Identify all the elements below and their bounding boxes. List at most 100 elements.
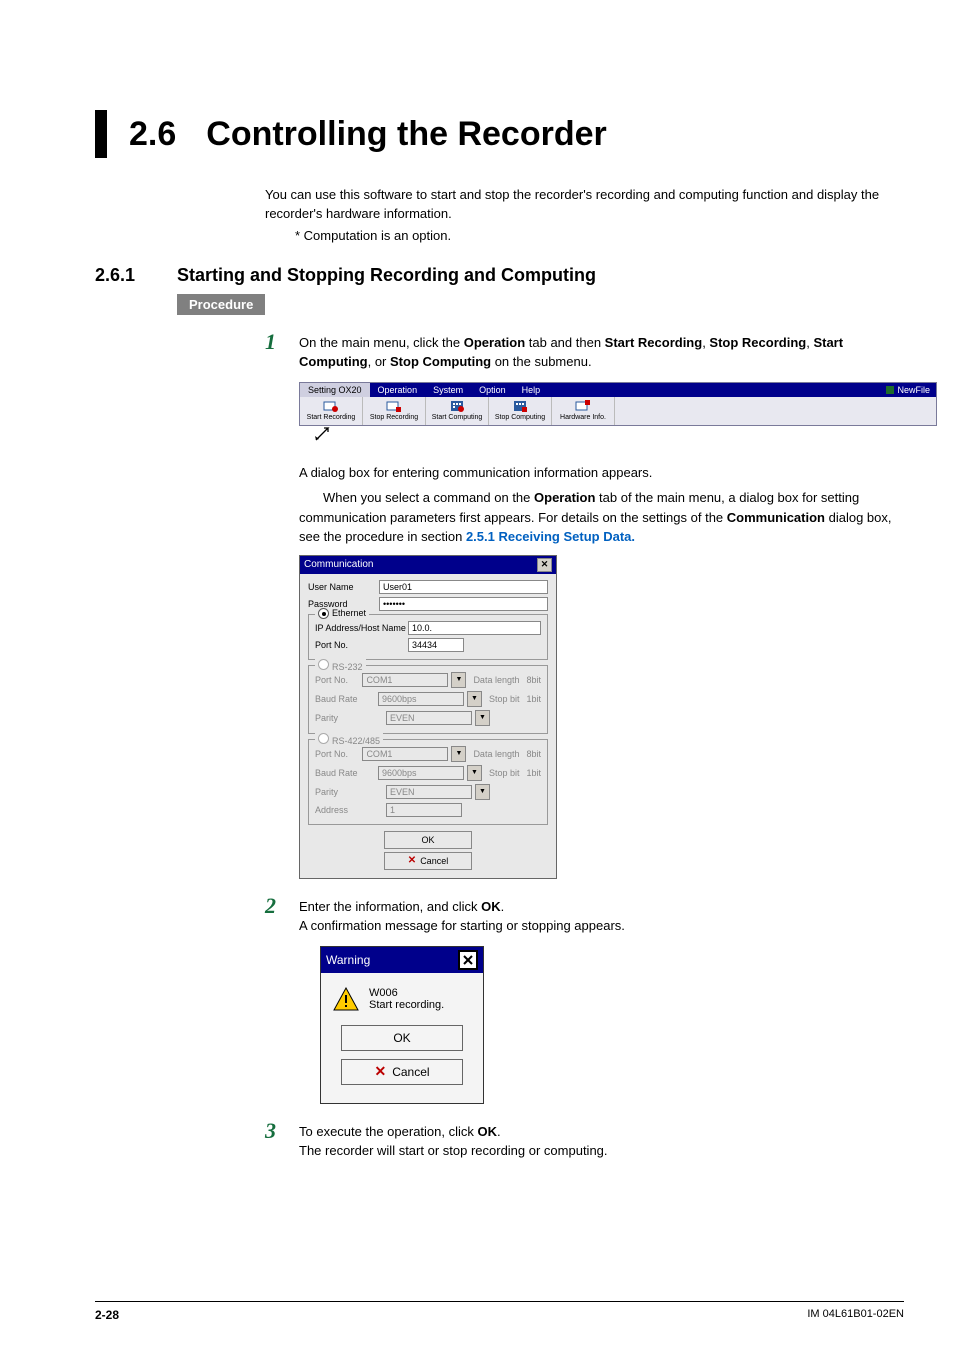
menubar-screenshot: Setting OX20 Operation System Option Hel… (299, 382, 937, 426)
step-number: 3 (265, 1120, 299, 1161)
t: Operation (464, 335, 525, 350)
label: Cancel (392, 1065, 429, 1079)
warning-code: W006 (369, 987, 444, 999)
ip-input[interactable]: 10.0. (408, 621, 541, 635)
step1-note: A dialog box for entering communication … (299, 463, 904, 483)
t: Communication (727, 510, 825, 525)
communication-dialog: Communication ✕ User Name User01 Passwor… (299, 555, 557, 879)
comp-start-icon (450, 400, 464, 412)
warning-dialog: Warning W006 Start recording. OK ✕ Cance… (320, 946, 484, 1104)
hw-info-icon (575, 400, 591, 412)
newfile-label: NewFile (897, 385, 930, 395)
step-3: 3 To execute the operation, click OK. Th… (265, 1122, 904, 1161)
procedure-label: Procedure (177, 294, 265, 315)
rec-start-icon (323, 400, 339, 412)
t: . (501, 899, 505, 914)
x-icon: ✕ (408, 855, 416, 866)
t: OK (478, 1124, 498, 1139)
dropdown-icon[interactable]: ▼ (475, 784, 490, 800)
section-title: Controlling the Recorder (206, 115, 606, 154)
tab-help[interactable]: Help (514, 383, 549, 397)
t: tab and then (525, 335, 605, 350)
baud-select[interactable]: 9600bps (378, 766, 464, 780)
label: RS-232 (332, 662, 363, 672)
port-select[interactable]: COM1 (362, 747, 448, 761)
hardware-info-button[interactable]: Hardware Info. (552, 397, 615, 425)
close-icon[interactable]: ✕ (537, 558, 552, 572)
label: Stop Computing (495, 414, 545, 421)
cancel-button[interactable]: ✕ Cancel (384, 852, 472, 870)
stop-value: 1bit (526, 768, 541, 778)
dropdown-icon[interactable]: ▼ (451, 746, 466, 762)
baud-label: Baud Rate (315, 694, 375, 704)
footnote-text: * Computation is an option. (295, 228, 904, 243)
close-icon[interactable] (458, 950, 478, 970)
start-computing-button[interactable]: Start Computing (426, 397, 489, 425)
t: Start Recording (605, 335, 703, 350)
start-recording-button[interactable]: Start Recording (300, 397, 363, 425)
dropdown-icon[interactable]: ▼ (475, 710, 490, 726)
t: On the main menu, click the (299, 335, 464, 350)
dropdown-icon[interactable]: ▼ (467, 691, 482, 707)
cross-ref-link[interactable]: 2.5.1 Receiving Setup Data. (466, 529, 635, 544)
step-body: To execute the operation, click OK. The … (299, 1122, 904, 1161)
subsection-number: 2.6.1 (95, 265, 177, 286)
port-input[interactable]: 34434 (408, 638, 464, 652)
step1-note2: When you select a command on the Operati… (299, 488, 904, 547)
ok-button[interactable]: OK (384, 831, 472, 849)
stop-label: Stop bit (489, 694, 520, 704)
rs232-group: RS-232 Port No. COM1 ▼ Data length 8bit … (308, 665, 548, 734)
stop-label: Stop bit (489, 768, 520, 778)
dropdown-icon[interactable]: ▼ (467, 765, 482, 781)
label: Start Recording (307, 414, 356, 421)
rs232-radio[interactable]: RS-232 (315, 659, 366, 672)
baud-label: Baud Rate (315, 768, 375, 778)
username-input[interactable]: User01 (379, 580, 548, 594)
rs485-radio[interactable]: RS-422/485 (315, 733, 383, 746)
label: Cancel (420, 856, 448, 866)
address-input[interactable]: 1 (386, 803, 462, 817)
newfile-button[interactable]: NewFile (886, 385, 936, 395)
tab-setting[interactable]: Setting OX20 (300, 383, 370, 397)
parity-label: Parity (315, 787, 383, 797)
password-input[interactable]: ••••••• (379, 597, 548, 611)
label: Start Computing (432, 414, 483, 421)
t: The recorder will start or stop recordin… (299, 1143, 608, 1158)
port-select[interactable]: COM1 (362, 673, 448, 687)
label: OK (421, 835, 434, 845)
parity-select[interactable]: EVEN (386, 785, 472, 799)
dialog-titlebar: Communication ✕ (300, 556, 556, 574)
step-2: 2 Enter the information, and click OK. A… (265, 897, 904, 936)
warning-icon (333, 987, 359, 1011)
section-number: 2.6 (129, 115, 176, 154)
heading-bar (95, 110, 107, 158)
cancel-button[interactable]: ✕ Cancel (341, 1059, 463, 1085)
ok-button[interactable]: OK (341, 1025, 463, 1051)
label: Hardware Info. (560, 414, 606, 421)
t: To execute the operation, click (299, 1124, 478, 1139)
username-label: User Name (308, 582, 376, 592)
port-label: Port No. (315, 749, 359, 759)
tab-system[interactable]: System (425, 383, 471, 397)
stop-recording-button[interactable]: Stop Recording (363, 397, 426, 425)
x-icon: ✕ (374, 1063, 386, 1080)
comp-stop-icon (513, 400, 527, 412)
rec-stop-icon (386, 400, 402, 412)
tab-option[interactable]: Option (471, 383, 514, 397)
t: OK (481, 899, 501, 914)
t: A confirmation message for starting or s… (299, 918, 625, 933)
data-length-value: 8bit (526, 749, 541, 759)
tab-operation[interactable]: Operation (370, 383, 426, 397)
toolbar: Start Recording Stop Recording Start Com… (300, 397, 936, 425)
dropdown-icon[interactable]: ▼ (451, 672, 466, 688)
t: Operation (534, 490, 595, 505)
label: OK (393, 1031, 410, 1045)
subsection-heading: 2.6.1 Starting and Stopping Recording an… (95, 265, 904, 286)
baud-select[interactable]: 9600bps (378, 692, 464, 706)
t: When you select a command on the (323, 490, 534, 505)
stop-computing-button[interactable]: Stop Computing (489, 397, 552, 425)
ethernet-radio[interactable]: Ethernet (315, 608, 369, 620)
parity-select[interactable]: EVEN (386, 711, 472, 725)
data-length-label: Data length (473, 749, 519, 759)
t: Enter the information, and click (299, 899, 481, 914)
